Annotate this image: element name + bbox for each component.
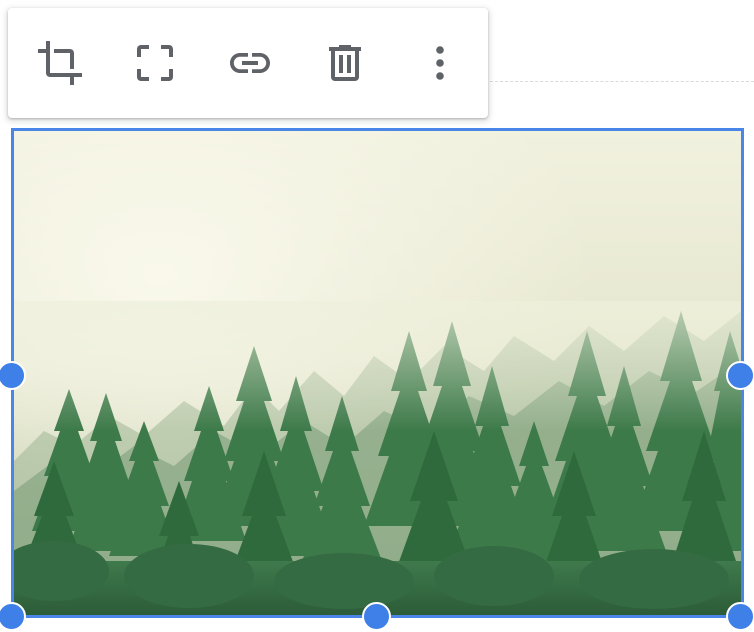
crop-button[interactable] <box>12 15 107 111</box>
selected-image[interactable] <box>11 128 744 618</box>
resize-handle-bottom-center[interactable] <box>362 602 391 631</box>
image-toolbar <box>8 8 488 118</box>
resize-handle-bottom-right[interactable] <box>726 602 754 631</box>
resize-handle-bottom-left[interactable] <box>0 602 26 631</box>
resize-handle-middle-right[interactable] <box>726 361 754 390</box>
delete-button[interactable] <box>298 15 393 111</box>
link-icon <box>230 53 270 73</box>
fit-frame-button[interactable] <box>107 15 202 111</box>
forest-photo <box>14 131 741 615</box>
more-options-button[interactable] <box>393 15 488 111</box>
trash-icon <box>329 45 362 81</box>
link-button[interactable] <box>202 15 297 111</box>
crop-icon <box>37 41 82 85</box>
guide-line <box>480 81 754 82</box>
more-vertical-icon <box>436 46 445 80</box>
fit-frame-icon <box>136 45 173 81</box>
